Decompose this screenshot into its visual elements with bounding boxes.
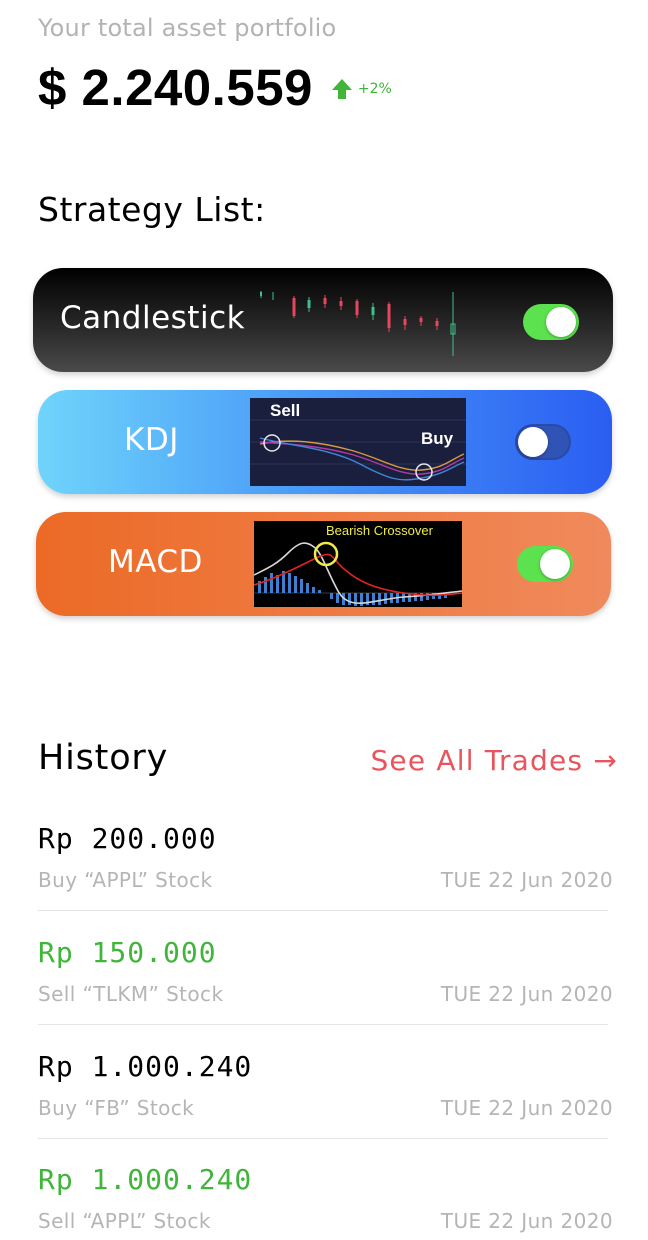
trade-amount: Rp 150.000 — [38, 936, 217, 969]
candlestick-toggle[interactable] — [523, 304, 579, 340]
strategy-label: Candlestick — [60, 300, 246, 336]
trade-row[interactable]: Rp 150.000 Sell “TLKM” Stock TUE 22 Jun … — [38, 936, 613, 1050]
toggle-knob — [540, 549, 570, 579]
toggle-knob — [518, 427, 548, 457]
trade-date: TUE 22 Jun 2020 — [440, 868, 613, 892]
divider — [38, 910, 608, 911]
divider — [38, 1138, 608, 1139]
trade-amount: Rp 1.000.240 — [38, 1163, 253, 1196]
macd-toggle[interactable] — [517, 546, 573, 582]
macd-crossover-annotation: Bearish Crossover — [326, 523, 434, 538]
portfolio-summary: $ 2.240.559 +2% — [38, 58, 392, 117]
trade-date: TUE 22 Jun 2020 — [440, 982, 613, 1006]
candlestick-thumbnail — [260, 291, 456, 356]
portfolio-label: Your total asset portfolio — [38, 14, 337, 42]
kdj-buy-annotation: Buy — [421, 429, 454, 448]
trade-description: Sell “TLKM” Stock — [38, 982, 224, 1006]
trade-date: TUE 22 Jun 2020 — [440, 1096, 613, 1120]
trade-description: Buy “FB” Stock — [38, 1096, 195, 1120]
portfolio-change: +2% — [331, 78, 392, 100]
trade-row[interactable]: Rp 200.000 Buy “APPL” Stock TUE 22 Jun 2… — [38, 822, 613, 936]
strategy-label: KDJ — [124, 422, 179, 458]
kdj-toggle[interactable] — [515, 424, 571, 460]
history-title: History — [38, 738, 169, 778]
trade-description: Sell “APPL” Stock — [38, 1209, 211, 1233]
see-all-trades-link[interactable]: See All Trades → — [370, 744, 618, 777]
strategy-card-macd[interactable]: MACD Bearish Crossover — [36, 512, 611, 616]
portfolio-value: $ 2.240.559 — [38, 59, 313, 116]
trade-date: TUE 22 Jun 2020 — [440, 1209, 613, 1233]
portfolio-change-text: +2% — [357, 80, 392, 97]
trade-row[interactable]: Rp 1.000.240 Buy “FB” Stock TUE 22 Jun 2… — [38, 1050, 613, 1164]
arrow-up-icon — [331, 78, 352, 99]
kdj-thumbnail: Sell Buy — [250, 398, 466, 486]
trade-row[interactable]: Rp 1.000.240 Sell “APPL” Stock TUE 22 Ju… — [38, 1163, 613, 1240]
trade-amount: Rp 1.000.240 — [38, 1050, 253, 1083]
strategy-card-kdj[interactable]: KDJ Sell Buy — [38, 390, 612, 494]
strategy-label: MACD — [108, 544, 203, 580]
strategy-list-title: Strategy List: — [38, 190, 266, 229]
macd-thumbnail: Bearish Crossover — [254, 521, 462, 607]
divider — [38, 1024, 608, 1025]
strategy-card-candlestick[interactable]: Candlestick — [33, 268, 613, 372]
trade-description: Buy “APPL” Stock — [38, 868, 213, 892]
toggle-knob — [546, 307, 576, 337]
kdj-sell-annotation: Sell — [270, 401, 300, 420]
trade-amount: Rp 200.000 — [38, 822, 217, 855]
